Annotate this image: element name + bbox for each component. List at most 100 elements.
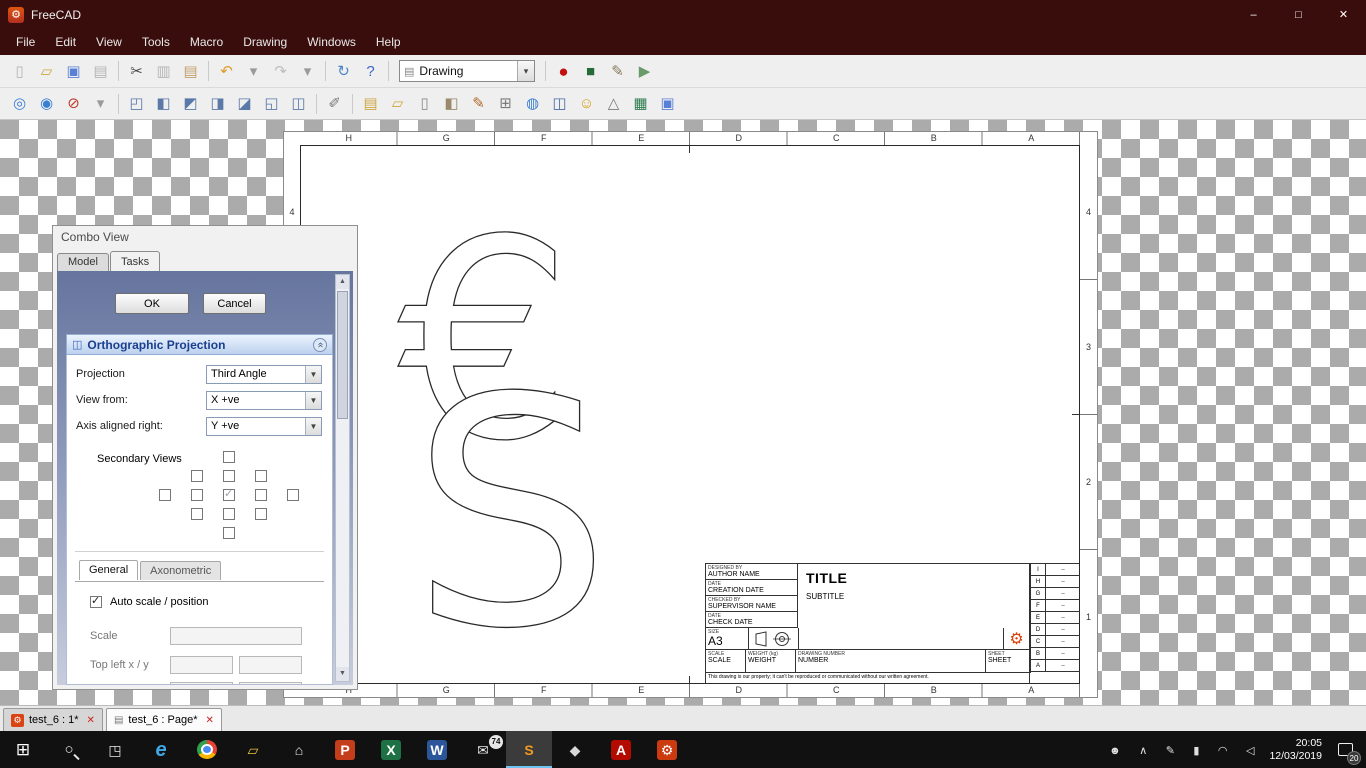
- copy-button[interactable]: ▥: [150, 58, 177, 84]
- view-right-button[interactable]: ◨: [204, 91, 231, 117]
- tray-battery-icon[interactable]: ▮: [1193, 745, 1199, 757]
- tray-volume-icon[interactable]: ◁: [1246, 745, 1254, 757]
- redo-button[interactable]: ↷: [267, 58, 294, 84]
- chevron-down-icon[interactable]: ▼: [305, 365, 321, 383]
- secondary-view-checkbox[interactable]: [191, 488, 203, 501]
- clipped-input[interactable]: [239, 682, 302, 684]
- clock[interactable]: 20:05 12/03/2019: [1269, 737, 1322, 763]
- scroll-down-button[interactable]: ▼: [336, 667, 349, 681]
- secondary-view-checkbox[interactable]: [223, 450, 235, 463]
- taskbar-search-button[interactable]: ○: [46, 731, 92, 768]
- tab-tasks[interactable]: Tasks: [109, 251, 161, 271]
- drawing-symbol-button[interactable]: ☺: [573, 91, 600, 117]
- menu-item[interactable]: Macro: [180, 30, 233, 55]
- top-left-y-input[interactable]: [239, 656, 302, 674]
- close-button[interactable]: ✕: [1321, 0, 1366, 30]
- tab-model[interactable]: Model: [57, 253, 109, 271]
- secondary-view-checkbox[interactable]: [223, 469, 235, 482]
- mdi-tab-model[interactable]: ⚙ test_6 : 1* ✕: [3, 708, 103, 731]
- mdi-viewport[interactable]: HGFEDCBA HGFEDCBA 4321 4321 € S: [0, 120, 1366, 705]
- scroll-thumb[interactable]: [337, 291, 348, 419]
- taskbar-app-s[interactable]: S: [506, 731, 552, 768]
- taskbar-app-mail[interactable]: ✉ 74: [460, 731, 506, 768]
- drawing-open-svg-button[interactable]: ▱: [384, 91, 411, 117]
- new-document-button[interactable]: ▯: [6, 58, 33, 84]
- taskbar-task-view-button[interactable]: ◳: [92, 731, 138, 768]
- tray-people-icon[interactable]: ☻: [1109, 745, 1121, 757]
- taskbar-app-explorer[interactable]: ▱: [230, 731, 276, 768]
- chevron-down-icon[interactable]: ▼: [305, 391, 321, 409]
- drawing-save-page-button[interactable]: ▣: [654, 91, 681, 117]
- dropdown-select[interactable]: Third Angle ▼: [206, 364, 322, 384]
- secondary-view-checkbox[interactable]: [191, 507, 203, 520]
- open-document-button[interactable]: ▱: [33, 58, 60, 84]
- undo-dropdown[interactable]: ▾: [240, 58, 267, 84]
- draw-style-dropdown[interactable]: ▾: [87, 91, 114, 117]
- chevron-down-icon[interactable]: ▾: [517, 61, 534, 81]
- secondary-view-checkbox[interactable]: [255, 469, 267, 482]
- drawing-annotation-button[interactable]: ✎: [465, 91, 492, 117]
- save-button[interactable]: ▣: [60, 58, 87, 84]
- drawing-ortho-views-button[interactable]: ◫: [546, 91, 573, 117]
- taskbar-app-inkscape[interactable]: ◆: [552, 731, 598, 768]
- drawing-insert-view-button[interactable]: ◧: [438, 91, 465, 117]
- view-axonometric-button[interactable]: ◰: [123, 91, 150, 117]
- taskbar-app-store[interactable]: ⌂: [276, 731, 322, 768]
- drawing-open-browser-button[interactable]: ◍: [519, 91, 546, 117]
- secondary-view-checkbox[interactable]: [223, 507, 235, 520]
- drawing-new-page-button[interactable]: ▤: [357, 91, 384, 117]
- auto-scale-checkbox[interactable]: [90, 594, 102, 608]
- print-button[interactable]: ▤: [87, 58, 114, 84]
- undo-button[interactable]: ↶: [213, 58, 240, 84]
- cancel-button[interactable]: Cancel: [203, 293, 266, 314]
- menu-item[interactable]: Help: [366, 30, 411, 55]
- macro-edit-button[interactable]: ✎: [604, 58, 631, 84]
- tray-pen-icon[interactable]: ✎: [1166, 745, 1175, 757]
- maximize-button[interactable]: □: [1276, 0, 1321, 30]
- secondary-view-checkbox[interactable]: [223, 526, 235, 539]
- menu-item[interactable]: File: [6, 30, 45, 55]
- scrollbar[interactable]: ▲ ▼: [335, 274, 350, 682]
- tray-hidden-icons-chevron[interactable]: ∧: [1139, 745, 1147, 757]
- chevron-down-icon[interactable]: ▼: [305, 417, 321, 435]
- workbench-selector[interactable]: ▤ Drawing ▾: [399, 60, 535, 82]
- taskbar-app-acrobat[interactable]: A: [598, 731, 644, 768]
- tab-axonometric[interactable]: Axonometric: [140, 561, 222, 580]
- menu-item[interactable]: View: [86, 30, 132, 55]
- cut-button[interactable]: ✂: [123, 58, 150, 84]
- secondary-view-checkbox[interactable]: [287, 488, 299, 501]
- close-tab-icon[interactable]: ✕: [206, 715, 214, 726]
- collapse-section-button[interactable]: «: [313, 337, 327, 352]
- taskbar-app-freecad[interactable]: ⚙: [644, 731, 690, 768]
- secondary-view-checkbox[interactable]: [191, 469, 203, 482]
- taskbar-app-excel[interactable]: X: [368, 731, 414, 768]
- dropdown-select[interactable]: Y +ve ▼: [206, 416, 322, 436]
- paste-button[interactable]: ▤: [177, 58, 204, 84]
- top-left-x-input[interactable]: [170, 656, 233, 674]
- scroll-up-button[interactable]: ▲: [336, 275, 349, 289]
- taskbar-app-word[interactable]: W: [414, 731, 460, 768]
- secondary-view-checkbox[interactable]: [255, 507, 267, 520]
- dropdown-select[interactable]: X +ve ▼: [206, 390, 322, 410]
- redo-dropdown[interactable]: ▾: [294, 58, 321, 84]
- scale-input[interactable]: [170, 627, 302, 645]
- view-left-button[interactable]: ◫: [285, 91, 312, 117]
- view-rear-button[interactable]: ◪: [231, 91, 258, 117]
- menu-item[interactable]: Tools: [132, 30, 180, 55]
- mdi-tab-page[interactable]: ▤ test_6 : Page* ✕: [105, 708, 222, 731]
- drawing-new-a3-page-button[interactable]: ▯: [411, 91, 438, 117]
- minimize-button[interactable]: –: [1231, 0, 1276, 30]
- view-bottom-button[interactable]: ◱: [258, 91, 285, 117]
- ok-button[interactable]: OK: [115, 293, 189, 314]
- secondary-view-checkbox[interactable]: [159, 488, 171, 501]
- zoom-selection-button[interactable]: ◉: [33, 91, 60, 117]
- drawing-clip-button[interactable]: ⊞: [492, 91, 519, 117]
- tray-network-icon[interactable]: ◠: [1218, 745, 1228, 757]
- macro-record-button[interactable]: ●: [550, 58, 577, 84]
- refresh-button[interactable]: ↻: [330, 58, 357, 84]
- view-top-button[interactable]: ◩: [177, 91, 204, 117]
- tab-general[interactable]: General: [79, 560, 139, 580]
- orthographic-projection-header[interactable]: ◫ Orthographic Projection «: [66, 334, 333, 355]
- secondary-view-checkbox[interactable]: [223, 487, 235, 501]
- view-front-button[interactable]: ◧: [150, 91, 177, 117]
